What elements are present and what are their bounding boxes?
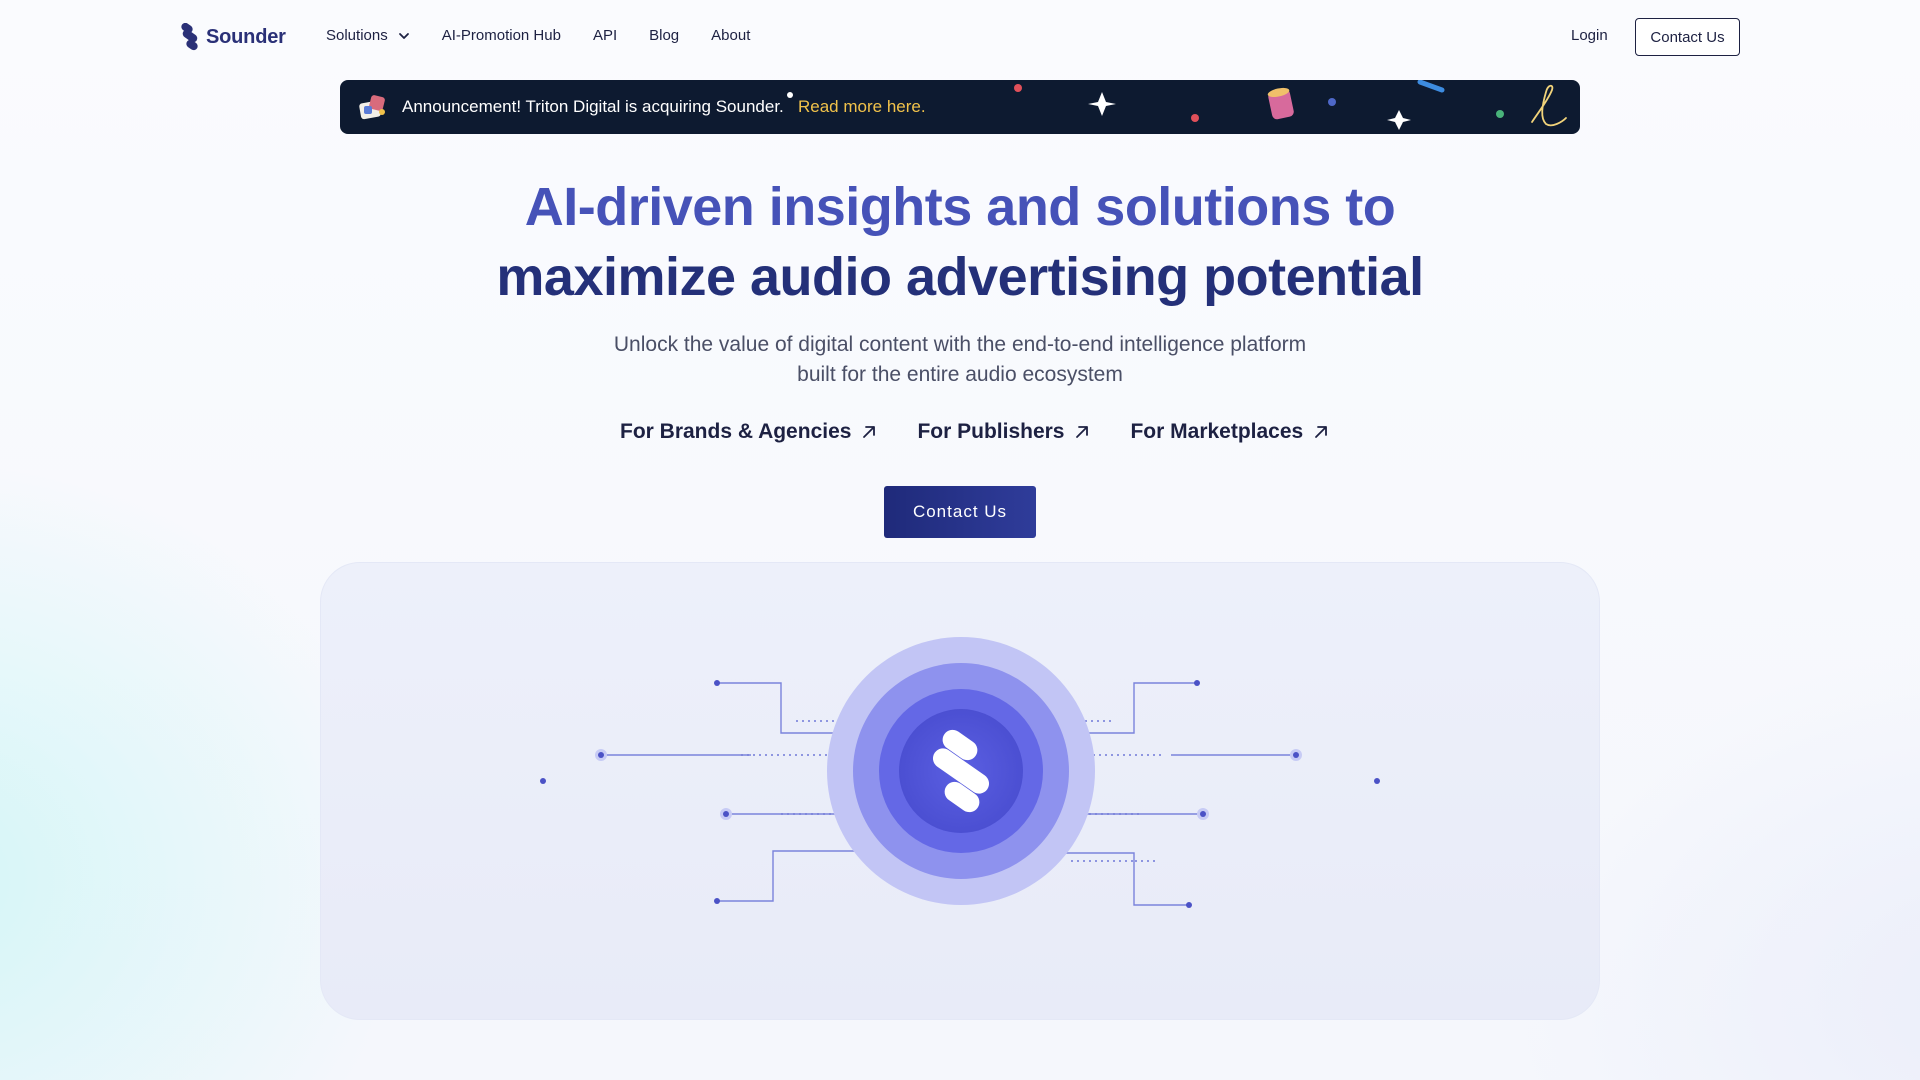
- hero-subtitle-line-2: built for the entire audio ecosystem: [797, 363, 1123, 386]
- brand-name: Sounder: [206, 25, 286, 48]
- nav-links: Solutions AI-Promotion Hub API Blog Abou…: [326, 27, 750, 44]
- audience-link-label: For Marketplaces: [1130, 420, 1304, 443]
- publishers-link[interactable]: For Publishers: [917, 420, 1090, 444]
- sounder-logo-icon: [181, 23, 198, 51]
- nav-item-label: Blog: [649, 27, 680, 44]
- hero-title-line-1: AI-driven insights and solutions to: [524, 177, 1396, 237]
- announcement-illustration-icon: [359, 95, 385, 120]
- nav-item-solutions[interactable]: Solutions: [326, 27, 410, 44]
- right-circuit-lines: [1061, 682, 1377, 906]
- brand-logo[interactable]: Sounder: [178, 23, 286, 51]
- circuit-illustration: [501, 637, 1380, 908]
- top-navigation: Sounder Solutions AI-Promotion Hub API B…: [0, 0, 1920, 74]
- audience-link-label: For Brands & Agencies: [620, 420, 852, 443]
- nav-item-label: About: [711, 27, 751, 44]
- nav-item-label: API: [592, 27, 618, 44]
- chevron-down-icon: [398, 32, 409, 39]
- hero-subtitle-line-1: Unlock the value of digital content with…: [613, 333, 1307, 356]
- nav-item-label: AI-Promotion Hub: [441, 27, 561, 44]
- arrow-up-right-icon: [1076, 426, 1089, 438]
- left-endpoints: [540, 680, 732, 904]
- platform-illustration-card: [320, 562, 1600, 1020]
- marketplaces-link[interactable]: For Marketplaces: [1130, 420, 1329, 444]
- nav-item-blog[interactable]: Blog: [649, 27, 679, 44]
- announcement-read-more-link[interactable]: Read more here.: [798, 97, 926, 117]
- arrow-up-right-icon: [863, 426, 876, 438]
- right-endpoints: [1186, 680, 1380, 908]
- contact-us-hero-button[interactable]: Contact Us: [884, 486, 1036, 538]
- nav-item-label: Solutions: [326, 27, 388, 44]
- nav-item-api[interactable]: API: [593, 27, 617, 44]
- nav-item-about[interactable]: About: [711, 27, 750, 44]
- announcement-bar: Announcement! Triton Digital is acquirin…: [340, 80, 1580, 134]
- contact-us-nav-button[interactable]: Contact Us: [1635, 18, 1740, 56]
- hero-title-line-2: maximize audio advertising potential: [496, 247, 1424, 307]
- arrow-up-right-icon: [1315, 426, 1328, 438]
- nav-item-ai-promotion-hub[interactable]: AI-Promotion Hub: [442, 27, 561, 44]
- hero-subtitle: Unlock the value of digital content with…: [560, 330, 1360, 390]
- hero-title: AI-driven insights and solutions to maxi…: [360, 172, 1560, 312]
- brands-agencies-link[interactable]: For Brands & Agencies: [620, 420, 877, 444]
- announcement-text: Announcement! Triton Digital is acquirin…: [402, 97, 784, 116]
- audience-link-label: For Publishers: [917, 420, 1065, 443]
- login-link[interactable]: Login: [1571, 27, 1608, 44]
- audience-links: For Brands & Agencies For Publishers For…: [620, 420, 1329, 444]
- left-circuit-lines: [501, 682, 861, 902]
